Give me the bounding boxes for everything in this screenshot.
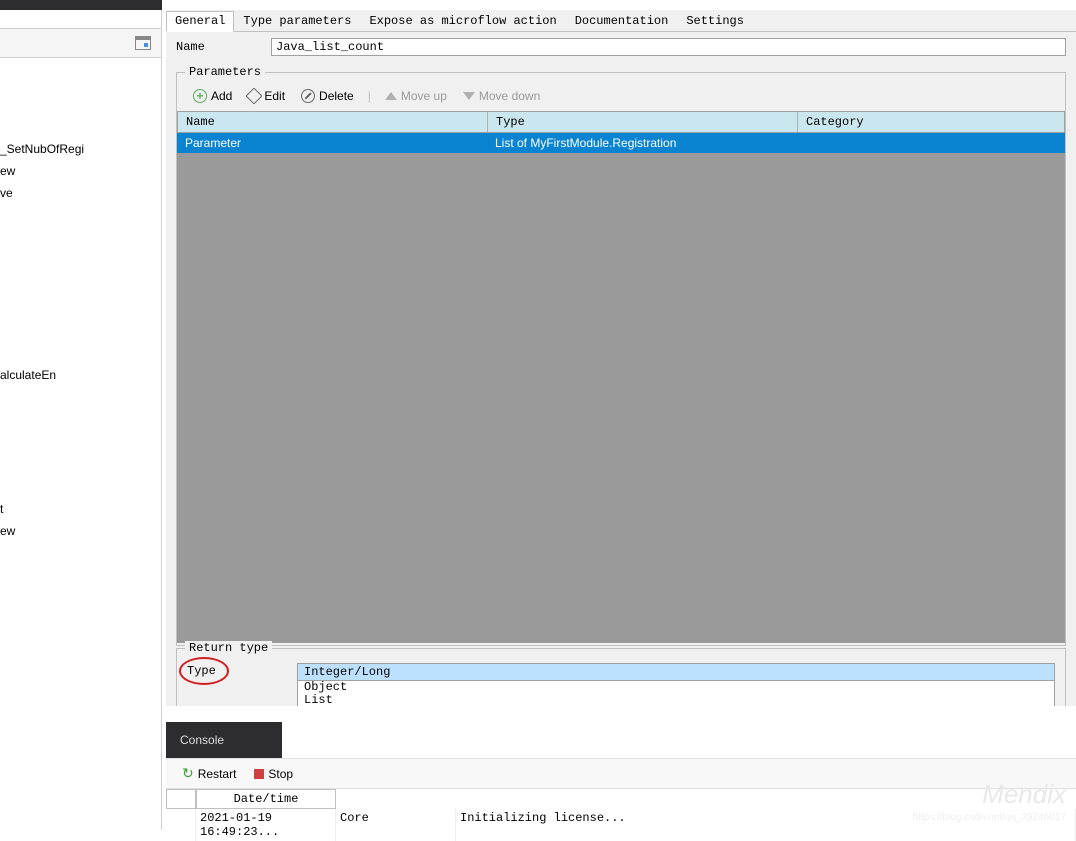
move-down-button[interactable]: Move down <box>457 87 546 105</box>
name-input[interactable] <box>271 38 1066 56</box>
sidebar: _SetNubOfRegiewvealculateEntew <box>0 10 162 830</box>
log-header-datetime[interactable]: Date/time <box>196 789 336 809</box>
tree-item[interactable]: _SetNubOfRegi <box>0 138 161 160</box>
triangle-up-icon <box>385 92 397 100</box>
log-header: Date/time <box>166 789 1076 809</box>
header-type[interactable]: Type <box>488 112 798 132</box>
tree-item[interactable]: t <box>0 498 161 520</box>
tab-documentation[interactable]: Documentation <box>566 11 678 31</box>
restart-icon: ↻ <box>182 765 194 782</box>
parameters-legend: Parameters <box>185 65 265 79</box>
header-name[interactable]: Name <box>178 112 488 132</box>
edit-button[interactable]: Edit <box>242 87 291 105</box>
tree-item[interactable]: alculateEn <box>0 364 161 386</box>
pencil-icon <box>246 88 263 105</box>
stop-button[interactable]: Stop <box>248 765 299 783</box>
tab-type-parameters[interactable]: Type parameters <box>234 11 360 31</box>
tab-general[interactable]: General <box>166 11 234 32</box>
log-row[interactable]: 2021-01-19 16:49:23... Core Initializing… <box>166 809 1076 841</box>
triangle-down-icon <box>463 92 475 100</box>
header-category[interactable]: Category <box>798 112 1064 132</box>
grid-header: Name Type Category <box>177 111 1065 133</box>
name-label: Name <box>176 40 271 54</box>
dropdown-option[interactable]: Object <box>298 681 1054 694</box>
tab-expose-as-microflow-action[interactable]: Expose as microflow action <box>360 11 565 31</box>
grid-body <box>177 153 1065 643</box>
sidebar-toolbar <box>0 28 161 58</box>
calendar-icon[interactable] <box>135 36 151 50</box>
console-tab[interactable]: Console <box>166 722 282 758</box>
dropdown-selected[interactable]: Integer/Long <box>298 664 1054 681</box>
tree-item[interactable]: ew <box>0 160 161 182</box>
return-type-legend: Return type <box>185 641 272 655</box>
delete-icon <box>301 89 315 103</box>
type-label: Type <box>187 664 216 678</box>
table-row[interactable]: Parameter List of MyFirstModule.Registra… <box>177 133 1065 153</box>
tree-item[interactable]: ew <box>0 520 161 542</box>
restart-button[interactable]: ↻Restart <box>176 763 242 784</box>
tree: _SetNubOfRegiewvealculateEntew <box>0 58 161 542</box>
delete-button[interactable]: Delete <box>295 87 360 105</box>
tabs: GeneralType parametersExpose as microflo… <box>166 10 1076 32</box>
stop-icon <box>254 769 264 779</box>
tab-settings[interactable]: Settings <box>677 11 753 31</box>
tree-item[interactable]: ve <box>0 182 161 204</box>
move-up-button[interactable]: Move up <box>379 87 453 105</box>
add-button[interactable]: +Add <box>187 87 238 105</box>
plus-icon: + <box>193 89 207 103</box>
